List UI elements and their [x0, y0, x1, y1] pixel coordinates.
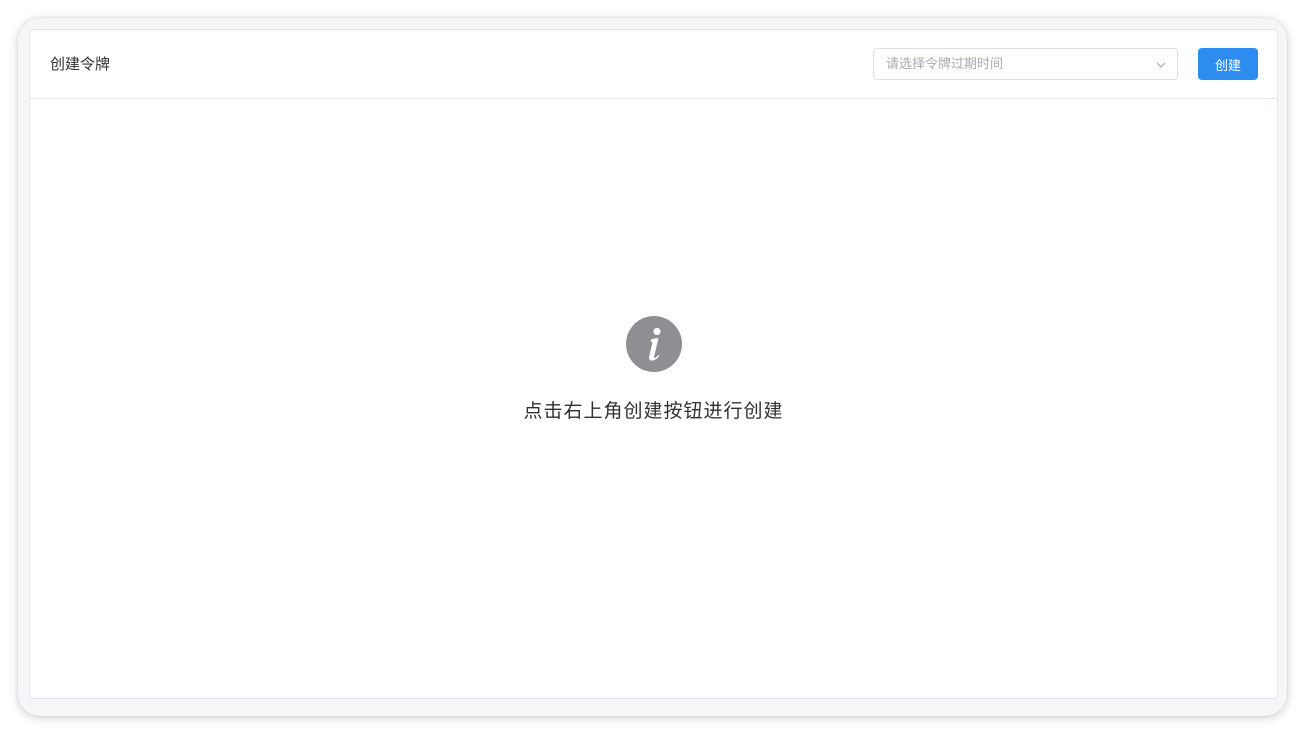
- token-card: 创建令牌 请选择令牌过期时间 创建 点击右上角创建按钮进行创建: [29, 29, 1278, 699]
- create-button[interactable]: 创建: [1198, 48, 1258, 80]
- empty-state-message: 点击右上角创建按钮进行创建: [523, 400, 784, 422]
- page-title: 创建令牌: [50, 55, 111, 73]
- expiry-select-placeholder: 请选择令牌过期时间: [886, 57, 1004, 72]
- expiry-select[interactable]: 请选择令牌过期时间: [873, 48, 1178, 80]
- card-header: 创建令牌 请选择令牌过期时间 创建: [30, 30, 1277, 99]
- info-icon: [625, 316, 682, 372]
- app-window: 创建令牌 请选择令牌过期时间 创建 点击右上角创建按钮进行创建: [18, 18, 1287, 716]
- empty-state: 点击右上角创建按钮进行创建: [30, 316, 1277, 424]
- chevron-down-icon: [1156, 62, 1166, 68]
